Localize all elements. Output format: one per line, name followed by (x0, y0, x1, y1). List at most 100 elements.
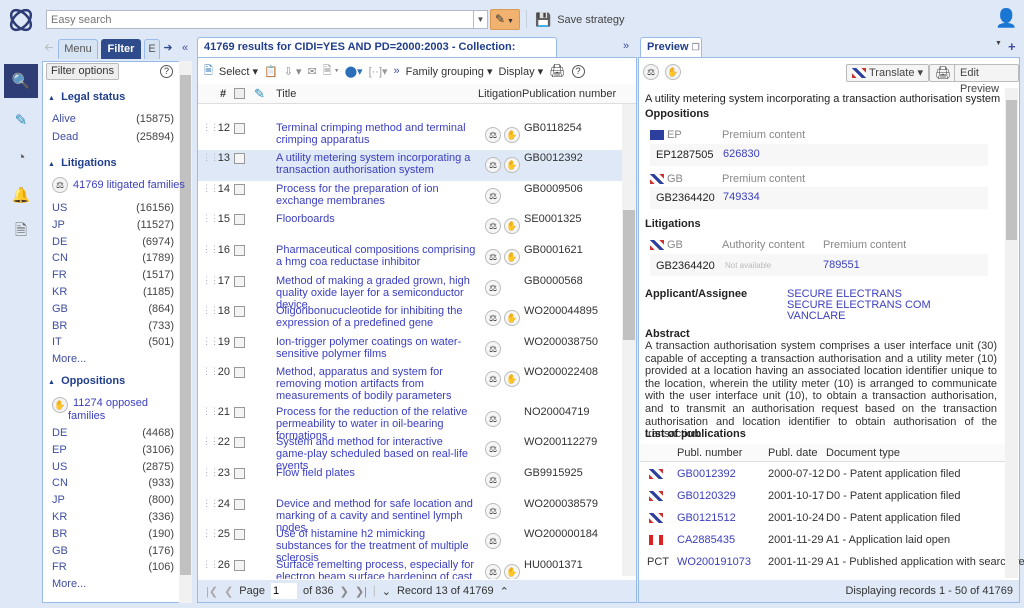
hand-stop-icon[interactable]: ✋ (504, 218, 520, 234)
row-checkbox[interactable] (234, 560, 245, 571)
row-checkbox[interactable] (234, 245, 245, 256)
next-page-button[interactable]: ❯ (340, 585, 349, 598)
gavel-icon[interactable]: ⚖ (485, 411, 501, 427)
col-publ-date[interactable]: Publ. date (768, 447, 818, 459)
row-checkbox[interactable] (234, 407, 245, 418)
tab-e[interactable]: E (144, 39, 160, 59)
row-title-link[interactable]: Floorboards (276, 213, 476, 225)
result-row[interactable]: ⋮⋮ 23 Flow field plates ⚖ GB9915925 (198, 465, 622, 496)
gavel-icon[interactable]: ⚖ (485, 371, 501, 387)
publication-link[interactable]: GB0120329 (677, 490, 736, 502)
preview-tab[interactable]: Preview ❐ (640, 37, 702, 57)
gavel-icon[interactable]: ⚖ (485, 280, 501, 296)
gavel-icon[interactable]: ⚖ (485, 249, 501, 265)
first-page-button[interactable]: |❮ (206, 585, 218, 598)
row-title-link[interactable]: Flow field plates (276, 467, 476, 479)
download-icon[interactable]: ⇩ ▾ (284, 65, 302, 78)
publication-link[interactable]: CA2885435 (677, 534, 735, 546)
col-document-type[interactable]: Document type (826, 447, 900, 459)
row-checkbox[interactable] (234, 153, 245, 164)
row-checkbox[interactable] (234, 306, 245, 317)
gavel-icon[interactable]: ⚖ (485, 564, 501, 579)
hand-stop-icon[interactable]: ✋ (504, 564, 520, 579)
col-title[interactable]: Title (276, 88, 296, 100)
opposition-link[interactable]: 749334 (723, 191, 760, 203)
row-checkbox[interactable] (234, 214, 245, 225)
results-tab[interactable]: 41769 results for CIDI=YES AND PD=2000:2… (197, 37, 557, 72)
hand-stop-icon[interactable]: ✋ (504, 127, 520, 143)
row-title-link[interactable]: A utility metering system incorporating … (276, 152, 476, 176)
hand-stop-icon[interactable]: ✋ (504, 371, 520, 387)
result-row[interactable]: ⋮⋮ 13 A utility metering system incorporat… (198, 150, 622, 181)
gavel-icon[interactable]: ⚖ (485, 310, 501, 326)
gavel-icon[interactable]: ⚖ (485, 341, 501, 357)
hand-stop-icon[interactable]: ✋ (504, 157, 520, 173)
col-number[interactable]: # (220, 88, 226, 100)
result-row[interactable]: ⋮⋮ 22 System and method for interactive ga… (198, 434, 622, 472)
row-checkbox[interactable] (234, 529, 245, 540)
rail-search-results[interactable]: 🔍 (4, 64, 38, 98)
row-checkbox[interactable] (234, 468, 245, 479)
gavel-icon[interactable]: ⚖ (485, 157, 501, 173)
publication-row[interactable]: GB0012392 2000-07-12 D0 - Patent applicati… (640, 463, 1005, 485)
gavel-icon[interactable]: ⚖ (485, 441, 501, 457)
gavel-icon[interactable]: ⚖ (485, 218, 501, 234)
col-publ-number[interactable]: Publ. number (677, 447, 742, 459)
results-scroll-thumb[interactable] (623, 210, 635, 340)
row-title-link[interactable]: Process for the preparation of ion excha… (276, 183, 476, 207)
next-record-button[interactable]: ⌄ (382, 585, 391, 598)
help-icon[interactable]: ? (160, 65, 173, 78)
save-strategy-button[interactable]: 💾 Save strategy (535, 12, 624, 28)
display-dropdown[interactable]: Display ▾ (499, 65, 544, 78)
popout-icon[interactable]: ❐ (692, 42, 700, 52)
litigation-link[interactable]: 789551 (823, 259, 860, 271)
app-logo[interactable] (6, 5, 36, 35)
col-litigation[interactable]: Litigation (478, 88, 522, 100)
result-row[interactable]: ⋮⋮ 25 Use of histamine h2 mimicking substa… (198, 526, 622, 564)
row-checkbox[interactable] (234, 367, 245, 378)
publication-row[interactable]: GB0121512 2001-10-24 D0 - Patent applicati… (640, 507, 1005, 529)
publication-row[interactable]: GB0120329 2001-10-17 D0 - Patent applicati… (640, 485, 1005, 507)
page-number-input[interactable] (271, 583, 297, 599)
row-checkbox[interactable] (234, 337, 245, 348)
publication-link[interactable]: GB0121512 (677, 512, 736, 524)
family-grouping-dropdown[interactable]: Family grouping ▾ (406, 65, 493, 78)
preview-scroll-thumb[interactable] (1006, 100, 1017, 240)
expand-results-button[interactable]: » (623, 40, 629, 52)
row-checkbox[interactable] (234, 184, 245, 195)
row-title-link[interactable]: Ion-trigger polymer coatings on water-se… (276, 336, 476, 360)
result-row[interactable]: ⋮⋮ 18 Oligoribonucucleotide for inhibiting… (198, 303, 622, 334)
opposition-filter-icon[interactable]: ✋ (665, 64, 681, 80)
tab-filter[interactable]: Filter (101, 39, 141, 59)
last-page-button[interactable]: ❯| (355, 585, 367, 598)
search-history-dropdown[interactable]: ▼ (474, 10, 488, 29)
result-row[interactable]: ⋮⋮ 15 Floorboards ⚖ ✋ SE0001325 (198, 211, 622, 242)
result-row[interactable]: ⋮⋮ 12 Terminal crimping method and termina… (198, 120, 622, 150)
row-title-link[interactable]: Pharmaceutical compositions comprising a… (276, 244, 476, 268)
row-title-link[interactable]: Surface remelting process, especially fo… (276, 559, 476, 579)
tab-scroll-right[interactable]: ➜ (161, 39, 175, 59)
row-title-link[interactable]: Oligoribonucucleotide for inhibiting the… (276, 305, 476, 329)
prev-page-button[interactable]: ❮ (224, 585, 233, 598)
result-row[interactable]: ⋮⋮ 19 Ion-trigger polymer coatings on wate… (198, 334, 622, 364)
gavel-icon[interactable]: ⚖ (485, 127, 501, 143)
print-icon[interactable]: 🖨 (549, 63, 566, 79)
row-title-link[interactable]: Method, apparatus and system for removin… (276, 366, 476, 402)
edit-preview-button[interactable]: Edit Preview (954, 64, 1019, 95)
bracket-icon[interactable]: [··]▾ (369, 65, 388, 78)
gavel-icon[interactable]: ⚖ (485, 533, 501, 549)
pdf-export-icon[interactable]: 🗎 ▾ (323, 62, 339, 81)
email-icon[interactable]: ✉ (308, 65, 317, 78)
oppositions-more-link[interactable]: More... (52, 578, 86, 590)
easy-search-input[interactable] (46, 10, 474, 29)
row-checkbox[interactable] (234, 437, 245, 448)
gavel-icon[interactable]: ⚖ (485, 188, 501, 204)
result-row[interactable]: ⋮⋮ 20 Method, apparatus and system for rem… (198, 364, 622, 404)
result-row[interactable]: ⋮⋮ 21 Process for the reduction of the rel… (198, 404, 622, 442)
publication-link[interactable]: WO200191073 (677, 556, 751, 568)
translate-button[interactable]: Translate ▾ (846, 64, 930, 82)
publication-row[interactable]: PCT WO200191073 2001-11-29 A1 - Published a… (640, 551, 1024, 573)
hand-stop-icon[interactable]: ✋ (504, 249, 520, 265)
result-row[interactable]: ⋮⋮ 16 Pharmaceutical compositions comprisi… (198, 242, 622, 273)
tab-scroll-left[interactable]: 🡠 (42, 39, 56, 59)
